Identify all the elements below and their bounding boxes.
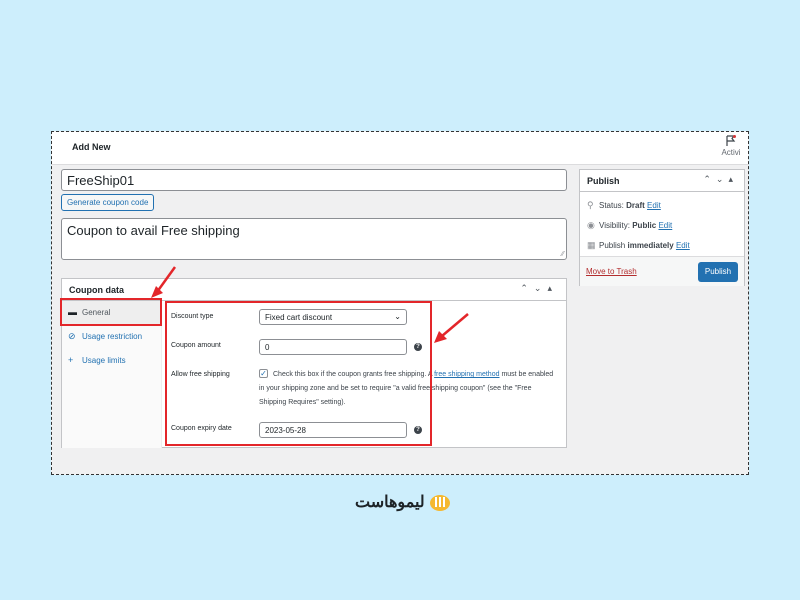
- status-edit-link[interactable]: Edit: [647, 201, 661, 210]
- visibility-value: Public: [632, 221, 657, 230]
- arrow-icon: [151, 266, 177, 298]
- visibility-edit-link[interactable]: Edit: [658, 221, 672, 230]
- schedule-edit-link[interactable]: Edit: [676, 241, 690, 250]
- schedule-row: ▦ Publish immediately Edit: [587, 240, 690, 251]
- brand-name: لیموهاست: [355, 494, 425, 511]
- status-row: ⚲ Status: Draft Edit: [587, 200, 661, 211]
- lemon-logo-icon: [429, 495, 450, 511]
- generate-coupon-button[interactable]: Generate coupon code: [61, 194, 155, 211]
- tab-usage-limits[interactable]: + Usage limits: [62, 349, 161, 373]
- brand-logo: لیموهاست: [355, 492, 451, 512]
- screenshot-frame: Add New Activi FreeShip01 Generate coupo…: [51, 131, 749, 475]
- publish-panel: Publish ⌃⌄▴ ⚲ Status: Draft Edit ◉ Visibil…: [579, 169, 745, 286]
- fields-highlight: [165, 301, 432, 446]
- page-title: Add New: [72, 142, 111, 152]
- resize-grip-icon[interactable]: ⁄⁄: [562, 251, 564, 258]
- top-bar: Add New Activi: [52, 132, 748, 165]
- tab-usage-restriction[interactable]: ⊘ Usage restriction: [62, 325, 161, 349]
- publish-button[interactable]: Publish: [698, 262, 738, 282]
- publish-header: Publish ⌃⌄▴: [580, 170, 744, 192]
- schedule-value: immediately: [627, 241, 674, 250]
- visibility-row: ◉ Visibility: Public Edit: [587, 220, 672, 231]
- flag-icon: [726, 135, 736, 146]
- activity-button[interactable]: Activi: [716, 135, 746, 157]
- status-label: Status:: [599, 201, 624, 210]
- eye-icon: ◉: [587, 220, 595, 230]
- general-tab-highlight: [60, 298, 162, 326]
- block-icon: ⊘: [68, 331, 76, 341]
- coupon-code-input[interactable]: FreeShip01: [61, 169, 567, 191]
- coupon-description-field[interactable]: Coupon to avail Free shipping ⁄⁄: [61, 218, 567, 260]
- tab-label: Usage limits: [82, 356, 126, 365]
- move-to-trash-link[interactable]: Move to Trash: [586, 267, 637, 276]
- publish-actions: Move to Trash Publish: [580, 256, 744, 286]
- description-text: Coupon to avail Free shipping: [67, 223, 240, 238]
- tab-label: Usage restriction: [82, 332, 143, 341]
- panel-controls[interactable]: ⌃⌄▴: [520, 283, 558, 294]
- activity-label: Activi: [721, 148, 741, 157]
- schedule-label: Publish: [599, 241, 626, 250]
- plus-icon: +: [68, 355, 74, 365]
- panel-controls[interactable]: ⌃⌄▴: [703, 174, 738, 185]
- calendar-icon: ▦: [587, 240, 596, 250]
- publish-title: Publish: [587, 176, 620, 186]
- free-shipping-method-link[interactable]: free shipping method: [434, 371, 499, 378]
- visibility-label: Visibility:: [599, 221, 630, 230]
- arrow-icon: [434, 313, 469, 343]
- pin-icon: ⚲: [587, 200, 594, 210]
- coupon-data-title: Coupon data: [69, 285, 124, 295]
- status-value: Draft: [626, 201, 645, 210]
